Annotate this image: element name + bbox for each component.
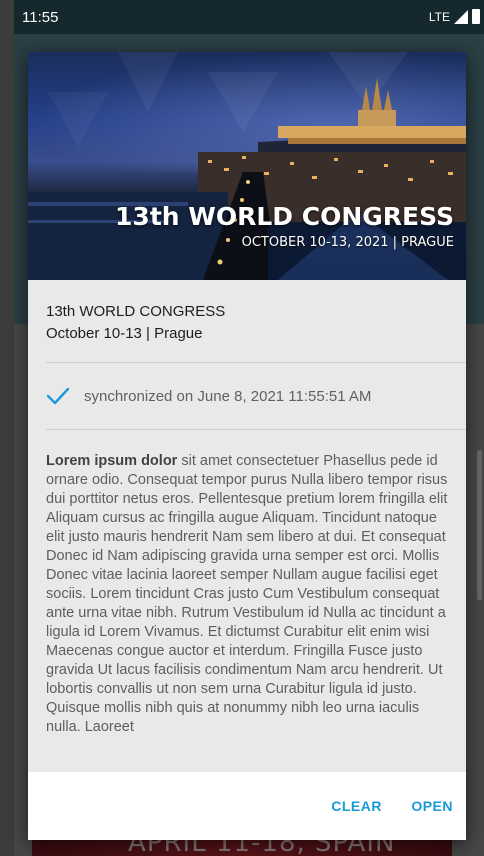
status-indicators: LTE	[429, 9, 480, 24]
description-lead: Lorem ipsum dolor	[46, 453, 178, 469]
sync-status: synchronized on June 8, 2021 11:55:51 AM	[46, 386, 371, 406]
status-time: 11:55	[22, 9, 59, 26]
event-description[interactable]: Lorem ipsum dolor sit amet consectetuer …	[46, 452, 450, 754]
description-text: sit amet consectetuer Phasellus pede id …	[46, 453, 448, 735]
battery-icon	[472, 9, 480, 24]
hero-title: 13th WORLD CONGRESS	[115, 202, 454, 231]
check-icon	[46, 387, 70, 405]
signal-icon	[454, 9, 468, 24]
dialog-actions: CLEAR OPEN	[28, 772, 466, 840]
hero-subtitle: OCTOBER 10-13, 2021 | PRAGUE	[241, 235, 454, 250]
divider	[46, 429, 466, 430]
event-dialog: 13th WORLD CONGRESS OCTOBER 10-13, 2021 …	[28, 52, 466, 840]
event-date: October 10-13 | Prague	[46, 325, 203, 342]
background-scrollbar	[477, 450, 482, 600]
network-label: LTE	[428, 9, 450, 24]
event-hero-image: 13th WORLD CONGRESS OCTOBER 10-13, 2021 …	[28, 52, 466, 280]
status-bar: 11:55 LTE	[14, 0, 484, 34]
clear-button[interactable]: CLEAR	[331, 798, 382, 814]
divider	[46, 362, 466, 363]
event-title: 13th WORLD CONGRESS	[46, 303, 226, 320]
open-button[interactable]: OPEN	[411, 798, 453, 814]
sync-text: synchronized on June 8, 2021 11:55:51 AM	[84, 387, 372, 405]
